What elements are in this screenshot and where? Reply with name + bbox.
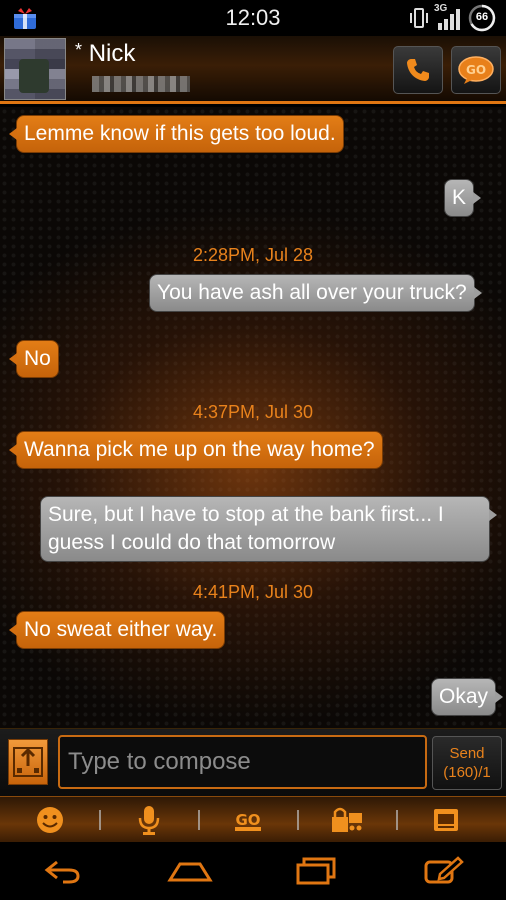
- back-button[interactable]: [0, 842, 127, 900]
- home-icon: [167, 862, 213, 882]
- edit-icon: [424, 856, 464, 884]
- go-icon: GO: [234, 811, 261, 831]
- quick-actions-toolbar: GO: [0, 796, 506, 842]
- message-timestamp: 2:28PM, Jul 28: [192, 245, 314, 265]
- svg-text:GO: GO: [466, 63, 486, 77]
- card-icon: [433, 808, 458, 831]
- outgoing-message[interactable]: Sure, but I have to stop at the bank fir…: [40, 496, 497, 562]
- message-timestamp: 4:41PM, Jul 30: [192, 582, 314, 602]
- call-button[interactable]: [393, 46, 443, 94]
- private-box-button[interactable]: [297, 797, 396, 843]
- smiley-icon: [36, 806, 63, 833]
- voice-input-button[interactable]: [99, 797, 198, 843]
- incoming-message[interactable]: No: [9, 340, 59, 378]
- send-button[interactable]: Send (160)/1: [432, 736, 502, 790]
- vibrate-icon: [410, 8, 428, 28]
- contact-name: * Nick: [75, 40, 135, 68]
- emoji-button[interactable]: [0, 797, 99, 843]
- name-prefix: *: [75, 40, 83, 60]
- recent-apps-button[interactable]: [253, 842, 380, 900]
- character-counter: (160)/1: [443, 764, 491, 781]
- phone-icon: [407, 59, 429, 81]
- contact-name-text: Nick: [88, 40, 136, 67]
- battery-level: 66: [475, 11, 489, 23]
- status-bar: 12:03 3G 66: [0, 0, 506, 36]
- conversation-header: * Nick GO: [0, 36, 506, 104]
- microphone-icon: [138, 805, 159, 835]
- contact-avatar[interactable]: [4, 38, 66, 100]
- outgoing-message[interactable]: You have ash all over your truck?: [149, 274, 482, 312]
- attach-button[interactable]: [8, 739, 48, 785]
- compose-new-button[interactable]: [380, 842, 506, 900]
- send-label: Send: [449, 745, 485, 762]
- system-navigation-bar: [0, 842, 506, 900]
- go-templates-button[interactable]: GO: [198, 797, 297, 843]
- message-thread[interactable]: Lemme know if this gets too loud. K 2:28…: [0, 107, 506, 728]
- sms-card-button[interactable]: [396, 797, 495, 843]
- back-icon: [44, 860, 80, 884]
- contact-number-redacted: [92, 76, 190, 92]
- svg-text:GO: GO: [235, 811, 260, 829]
- lock-cart-icon: [331, 807, 362, 832]
- incoming-message[interactable]: No sweat either way.: [8, 611, 226, 649]
- go-chat-icon: GO: [458, 56, 494, 84]
- go-button[interactable]: GO: [451, 46, 501, 94]
- attach-icon: [13, 747, 43, 777]
- incoming-message[interactable]: Lemme know if this gets too loud.: [9, 115, 344, 153]
- battery-icon: 66: [468, 4, 496, 32]
- compose-bar: Send (160)/1: [0, 728, 506, 796]
- home-button[interactable]: [127, 842, 254, 900]
- recent-apps-icon: [296, 857, 336, 885]
- outgoing-message[interactable]: Okay: [431, 678, 504, 716]
- compose-input[interactable]: [58, 735, 427, 789]
- signal-icon: 3G: [434, 3, 462, 31]
- incoming-message[interactable]: Wanna pick me up on the way home?: [9, 431, 383, 469]
- message-timestamp: 4:37PM, Jul 30: [192, 402, 314, 422]
- outgoing-message[interactable]: K: [444, 179, 482, 217]
- status-icons: 3G 66: [410, 3, 496, 32]
